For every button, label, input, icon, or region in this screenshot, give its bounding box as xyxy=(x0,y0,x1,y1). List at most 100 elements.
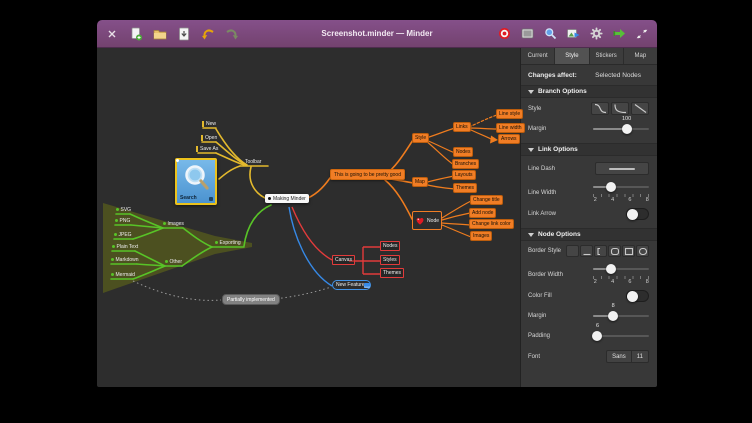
border-width-slider[interactable] xyxy=(593,263,649,275)
branch-style-straight-button[interactable] xyxy=(631,102,649,115)
font-row: Font Sans 11 xyxy=(521,350,657,363)
settings-gear-icon[interactable] xyxy=(589,27,603,41)
folder-open-icon[interactable] xyxy=(153,27,167,41)
map-node-images-orange[interactable]: Images xyxy=(470,231,492,241)
font-family-button[interactable]: Sans xyxy=(606,350,632,363)
slider-knob[interactable] xyxy=(592,331,602,341)
task-dot-icon xyxy=(165,260,168,263)
document-save-icon[interactable] xyxy=(177,27,191,41)
section-title: Link Options xyxy=(538,146,578,153)
node-margin-row: Margin 8 xyxy=(521,310,657,322)
tab-map[interactable]: Map xyxy=(624,48,657,64)
map-node-svg[interactable]: SVG xyxy=(115,207,132,213)
board-icon[interactable] xyxy=(520,27,534,41)
node-margin-slider[interactable]: 8 xyxy=(593,310,649,322)
map-node-style[interactable]: Style xyxy=(412,133,429,143)
map-node-styles-red[interactable]: Styles xyxy=(380,255,400,265)
node-label: Making Minder xyxy=(273,196,306,202)
map-node-heart[interactable]: Node xyxy=(412,211,442,230)
focus-mode-icon[interactable] xyxy=(497,27,511,41)
map-node-jpeg[interactable]: JPEG xyxy=(113,232,133,238)
branch-options-header[interactable]: Branch Options xyxy=(521,85,657,98)
task-dot-icon xyxy=(112,245,115,248)
close-icon[interactable] xyxy=(105,27,119,41)
map-node-layouts[interactable]: Layouts xyxy=(452,170,476,180)
map-node-search-image[interactable]: Search xyxy=(175,158,217,205)
map-node-toolbar[interactable]: Toolbar xyxy=(244,159,262,165)
note-badge-icon[interactable] xyxy=(364,283,370,288)
map-node-map[interactable]: Map xyxy=(412,177,428,187)
slider-knob[interactable] xyxy=(606,182,616,192)
map-node-nodes-red[interactable]: Nodes xyxy=(380,241,400,251)
link-options-header[interactable]: Link Options xyxy=(521,143,657,156)
redo-icon[interactable] xyxy=(225,27,239,41)
slider-knob[interactable] xyxy=(606,264,616,274)
branch-style-squared-button[interactable] xyxy=(611,102,629,115)
map-node-branches[interactable]: Branches xyxy=(452,159,479,169)
border-style-pill-button[interactable] xyxy=(636,245,649,257)
map-node-exporting[interactable]: Exporting xyxy=(214,240,242,246)
branch-margin-slider[interactable]: 100 xyxy=(593,123,649,135)
border-style-row: Border Style xyxy=(521,245,657,257)
border-width-row: Border Width 2 4 6 8 xyxy=(521,263,657,286)
map-node-open[interactable]: Open xyxy=(201,135,217,141)
branch-style-curved-button[interactable] xyxy=(591,102,609,115)
line-dash-button[interactable] xyxy=(595,162,649,175)
tab-current[interactable]: Current xyxy=(521,48,555,64)
map-node-links[interactable]: Links xyxy=(453,122,471,132)
map-node-themes-red[interactable]: Themes xyxy=(380,268,404,278)
color-fill-toggle[interactable] xyxy=(626,290,649,302)
zoom-icon[interactable] xyxy=(543,27,557,41)
document-new-icon[interactable] xyxy=(129,27,143,41)
border-style-rounded-button[interactable] xyxy=(608,245,621,257)
node-padding-slider[interactable]: 6 xyxy=(593,330,649,342)
collapse-arrow-icon xyxy=(528,90,534,94)
collapse-arrow-icon xyxy=(528,233,534,237)
resize-icon[interactable] xyxy=(635,27,649,41)
map-node-other[interactable]: Other xyxy=(164,259,183,265)
border-style-underline-button[interactable] xyxy=(580,245,593,257)
export-icon[interactable] xyxy=(612,27,626,41)
border-style-bracket-button[interactable] xyxy=(594,245,607,257)
mindmap-canvas[interactable]: Making Minder Toolbar New Open Save As S… xyxy=(97,48,520,387)
map-node-line-style[interactable]: Line style xyxy=(496,109,523,119)
inspector-sidebar: Current Style Stickers Map Changes affec… xyxy=(521,48,657,387)
map-node-images-green[interactable]: Images xyxy=(162,221,185,227)
undo-icon[interactable] xyxy=(201,27,215,41)
map-node-add-node[interactable]: Add node xyxy=(469,208,496,218)
tab-style[interactable]: Style xyxy=(555,48,589,64)
node-dot-icon xyxy=(268,197,271,200)
map-node-markdown[interactable]: Markdown xyxy=(110,257,140,263)
map-node-png[interactable]: PNG xyxy=(114,218,131,224)
slider-knob[interactable] xyxy=(622,124,632,134)
map-node-themes-orange[interactable]: Themes xyxy=(453,183,477,193)
selection-handle xyxy=(176,159,179,162)
map-node-mermaid[interactable]: Mermaid xyxy=(110,272,136,278)
link-arrow-toggle[interactable] xyxy=(626,208,649,220)
slider-knob[interactable] xyxy=(608,311,618,321)
titlebar[interactable]: Screenshot.minder — Minder xyxy=(97,20,657,48)
map-node-save-as[interactable]: Save As xyxy=(196,146,218,152)
border-style-none-button[interactable] xyxy=(566,245,579,257)
node-options-header[interactable]: Node Options xyxy=(521,228,657,241)
font-size-button[interactable]: 11 xyxy=(632,350,649,363)
line-width-row: Line Width 2 4 6 8 xyxy=(521,181,657,204)
changes-affect-dropdown[interactable]: Selected Nodes xyxy=(595,72,641,79)
map-note-partially-implemented[interactable]: Partially implemented xyxy=(222,294,280,305)
map-node-plain-text[interactable]: Plain Text xyxy=(111,244,139,250)
tab-stickers[interactable]: Stickers xyxy=(590,48,624,64)
map-node-making-minder[interactable]: Making Minder xyxy=(265,194,309,203)
map-node-change-title[interactable]: Change title xyxy=(470,195,503,205)
map-node-pretty-good[interactable]: This is going to be pretty good xyxy=(330,169,405,180)
line-width-slider[interactable] xyxy=(593,181,649,193)
map-node-change-link-color[interactable]: Change link color xyxy=(469,219,514,229)
map-node-new[interactable]: New xyxy=(202,121,216,127)
map-node-line-width[interactable]: Line width xyxy=(496,123,525,133)
image-export-icon[interactable] xyxy=(566,27,580,41)
map-node-arrows[interactable]: Arrows xyxy=(498,134,520,144)
image-resize-icon[interactable] xyxy=(209,197,213,201)
section-title: Node Options xyxy=(538,231,581,238)
map-node-canvas[interactable]: Canvas xyxy=(332,255,355,265)
map-node-nodes-orange[interactable]: Nodes xyxy=(453,147,473,157)
border-style-square-button[interactable] xyxy=(622,245,635,257)
